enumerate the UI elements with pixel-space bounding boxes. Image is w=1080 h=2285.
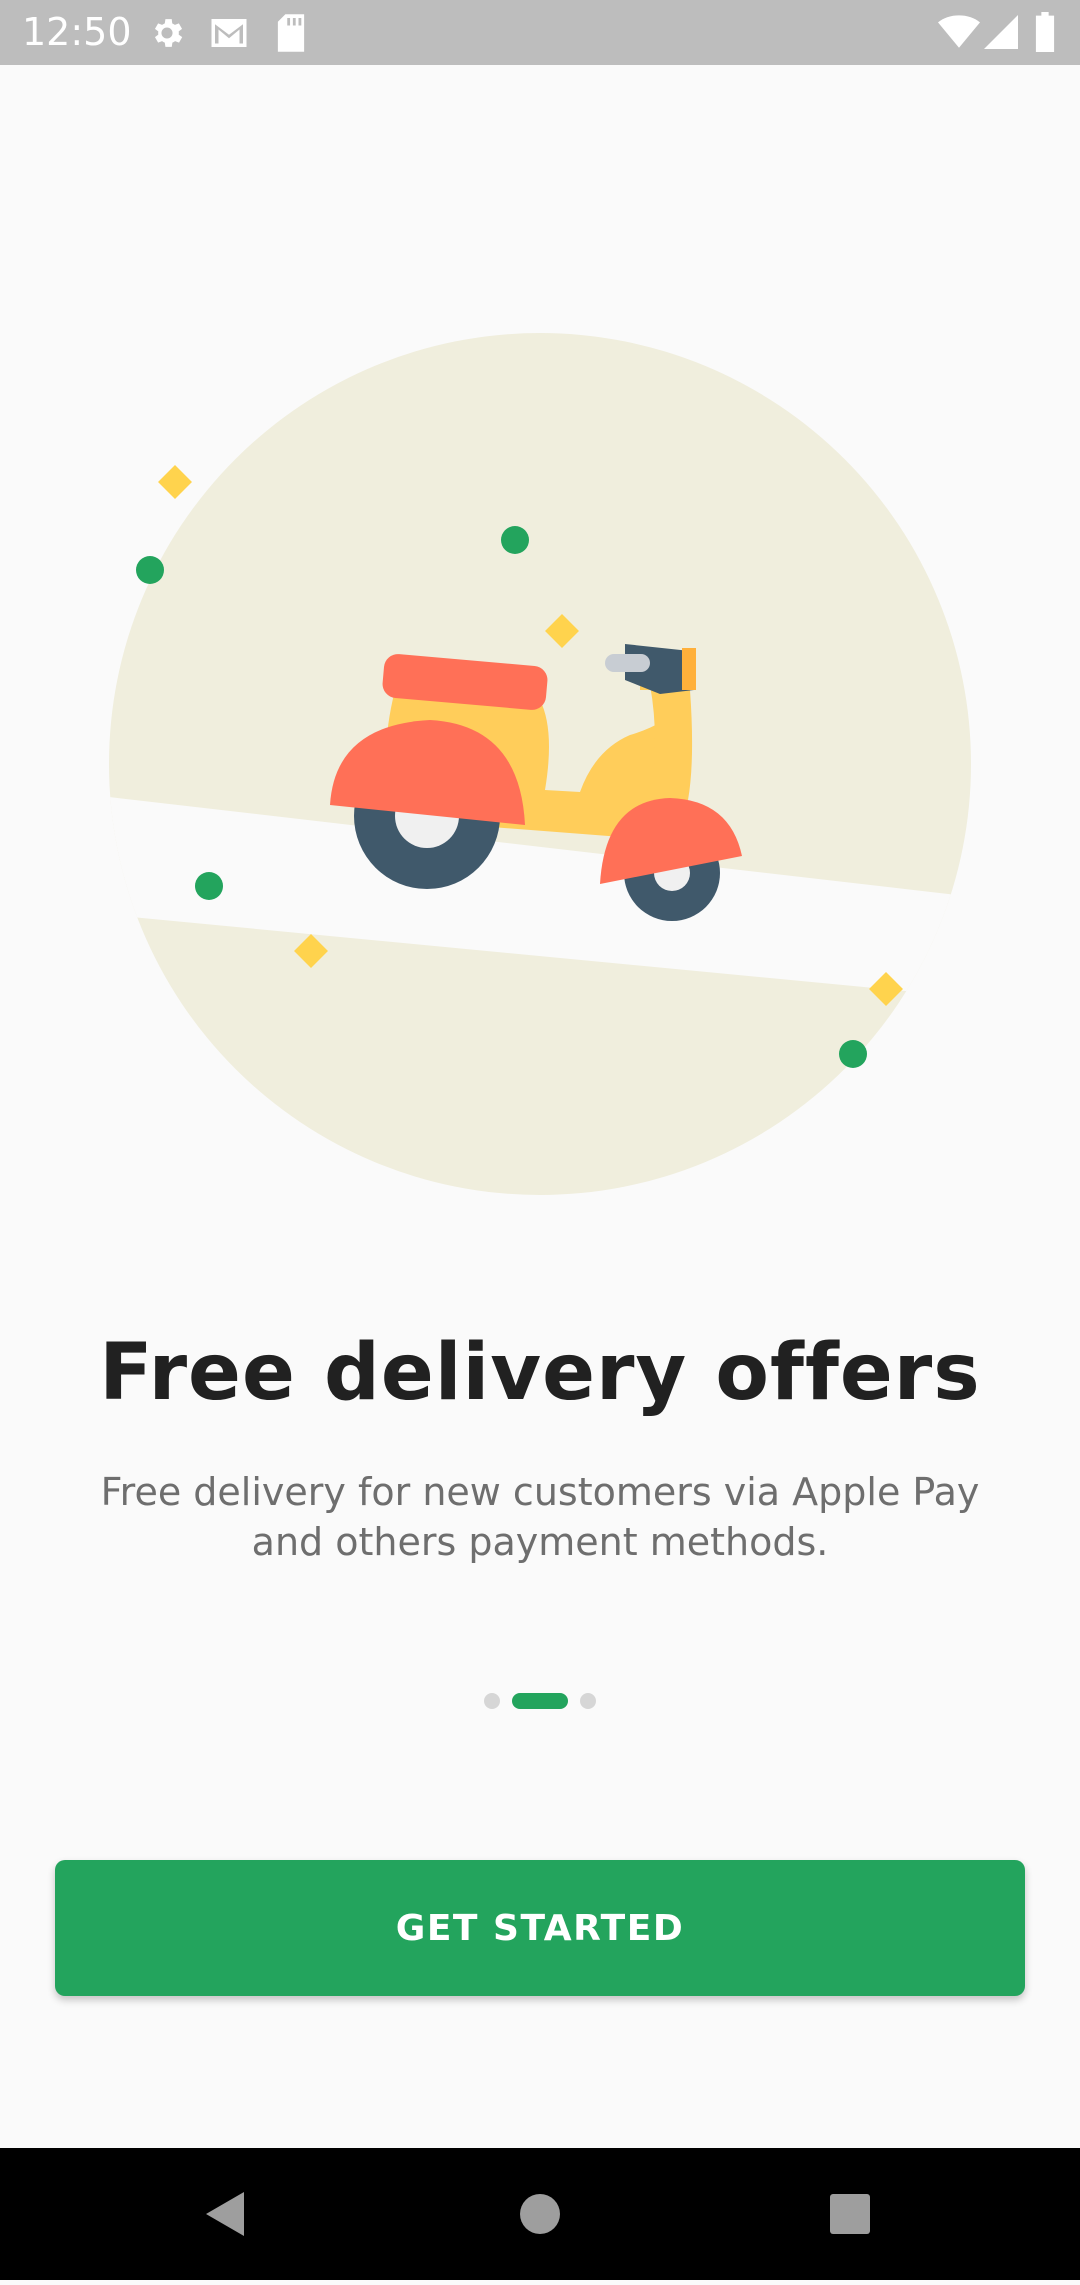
recents-icon <box>830 2194 870 2234</box>
onboarding-title: Free delivery offers <box>99 1328 981 1418</box>
battery-icon <box>1035 12 1055 52</box>
scooter-illustration <box>109 333 971 1195</box>
back-button[interactable] <box>126 2148 326 2280</box>
page-indicator <box>0 1693 1080 1709</box>
get-started-button[interactable]: GET STARTED <box>55 1860 1025 1996</box>
page-dot-3[interactable] <box>580 1693 596 1709</box>
gmail-icon <box>211 19 247 47</box>
cell-signal-icon <box>984 15 1018 49</box>
wifi-icon <box>938 15 980 48</box>
get-started-label: GET STARTED <box>395 1907 685 1949</box>
page-dot-2-active[interactable] <box>512 1693 568 1709</box>
system-nav-bar <box>0 2148 1080 2280</box>
status-time: 12:50 <box>22 10 132 54</box>
status-bar: 12:50 <box>0 0 1080 65</box>
back-icon <box>206 2192 244 2236</box>
onboarding-subtitle: Free delivery for new customers via Appl… <box>100 1470 980 1564</box>
gear-icon <box>154 19 183 47</box>
sd-card-icon <box>277 14 305 52</box>
recents-button[interactable] <box>750 2148 950 2280</box>
page-dot-1[interactable] <box>484 1693 500 1709</box>
home-button[interactable] <box>440 2148 640 2280</box>
home-icon <box>520 2194 560 2234</box>
